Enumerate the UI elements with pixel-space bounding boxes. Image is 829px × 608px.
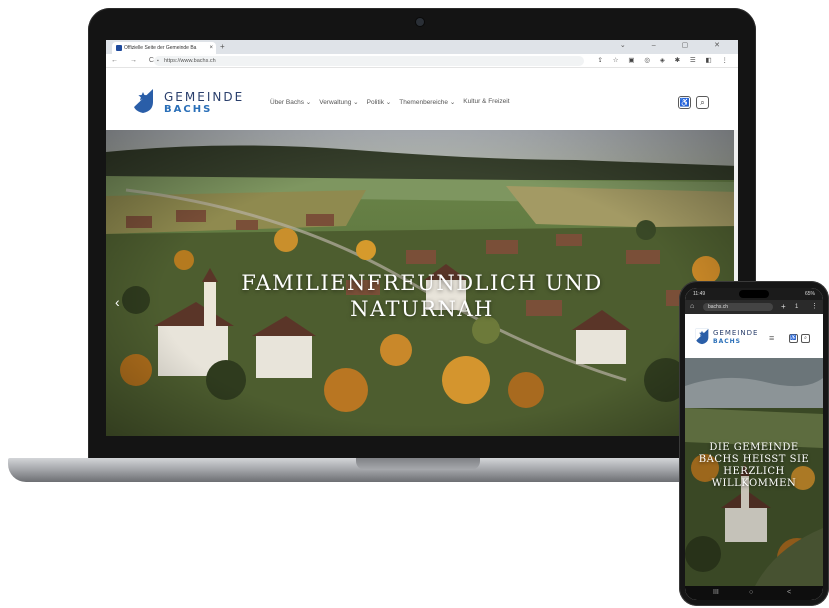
hero-banner: FAMILIENFREUNDLICH UND NATURNAH ‹ [106, 130, 738, 436]
browser-nav-buttons[interactable]: ← → C [111, 56, 159, 66]
accessibility-button[interactable]: ♿ [678, 96, 691, 109]
phone-hero-line-4: WILLKOMMEN [711, 478, 797, 489]
home-button[interactable]: ○ [749, 586, 753, 600]
nav-item-politik[interactable]: Politik ⌄ [367, 98, 392, 106]
address-bar[interactable]: ▪ https://www.bachs.ch [154, 56, 584, 66]
phone-menu-icon[interactable]: ⋮ [811, 300, 818, 314]
phone-browser-toolbar: ⌂ bachs.ch + 1 ⋮ [685, 300, 823, 314]
phone-address-bar[interactable]: bachs.ch [703, 303, 773, 311]
lock-icon: ▪ [157, 58, 159, 64]
browser-tab[interactable]: Offizielle Seite der Gemeinde Ba × [112, 42, 216, 54]
hamburger-menu-icon[interactable]: ≡ [769, 333, 774, 343]
phone-time: 11:49 [693, 291, 706, 297]
browser-tab-bar: Offizielle Seite der Gemeinde Ba × + ⌄ –… [106, 40, 738, 54]
back-button[interactable]: < [787, 586, 791, 600]
favicon-icon [116, 45, 122, 51]
hero-title: FAMILIENFREUNDLICH UND NATURNAH [106, 270, 738, 322]
phone-navigation-bar: III ○ < [685, 586, 823, 600]
search-button[interactable]: ⌕ [696, 96, 709, 109]
laptop-notch [356, 458, 480, 470]
phone-screen: 11:49 65% ⌂ bachs.ch + 1 ⋮ GEMEINDE BACH… [685, 288, 823, 600]
tab-close-button[interactable]: × [209, 42, 213, 54]
phone-hero-line-3: HERZLICH [723, 466, 785, 477]
recent-apps-button[interactable]: III [713, 586, 719, 600]
phone-hero-line-2: BACHS HEISST SIE [698, 454, 810, 465]
search-icon: ⌕ [700, 98, 705, 107]
laptop-screen: Offizielle Seite der Gemeinde Ba × + ⌄ –… [106, 40, 738, 436]
window-controls[interactable]: ⌄ – ▢ ✕ [620, 41, 732, 49]
phone-status-bar: 11:49 65% [685, 288, 823, 300]
nav-item-themenbereiche[interactable]: Themenbereiche ⌄ [399, 98, 455, 106]
new-tab-button[interactable]: + [220, 42, 225, 52]
browser-toolbar: ← → C ▪ https://www.bachs.ch ⇪ ☆ ▣ ◎ ◈ ✱… [106, 54, 738, 68]
phone-accessibility-button[interactable]: ♿ [789, 334, 798, 343]
phone-frame: 11:49 65% ⌂ bachs.ch + 1 ⋮ GEMEINDE BACH… [679, 281, 829, 606]
phone-hero-title: DIE GEMEINDE BACHS HEISST SIE HERZLICH W… [685, 442, 823, 490]
phone-hero-line-1: DIE GEMEINDE [709, 442, 799, 453]
coat-of-arms-icon[interactable] [132, 88, 154, 114]
phone-search-button[interactable]: ⌕ [801, 334, 810, 343]
home-icon[interactable]: ⌂ [690, 300, 694, 314]
url-text: https://www.bachs.ch [164, 58, 216, 64]
phone-coat-of-arms-icon[interactable] [695, 328, 709, 345]
extension-icons[interactable]: ⇪ ☆ ▣ ◎ ◈ ✱ ☰ ◧ ⋮ [598, 56, 732, 66]
phone-camera-notch [739, 290, 769, 298]
hero-title-line-1: FAMILIENFREUNDLICH UND [241, 271, 603, 295]
webcam [416, 18, 424, 26]
brand-name-top[interactable]: GEMEINDE [164, 90, 244, 104]
main-navigation: Über Bachs ⌄ Verwaltung ⌄ Politik ⌄ Them… [270, 98, 510, 106]
phone-hero-banner: DIE GEMEINDE BACHS HEISST SIE HERZLICH W… [685, 358, 823, 586]
phone-tab-count[interactable]: 1 [795, 300, 798, 314]
phone-brand-top[interactable]: GEMEINDE [713, 329, 758, 337]
tab-title: Offizielle Seite der Gemeinde Ba [124, 45, 197, 51]
nav-item-ueber-bachs[interactable]: Über Bachs ⌄ [270, 98, 311, 106]
hero-title-line-2: NATURNAH [350, 297, 494, 321]
phone-battery: 65% [804, 291, 815, 297]
brand-name-bottom[interactable]: BACHS [164, 104, 212, 115]
nav-item-kultur-freizeit[interactable]: Kultur & Freizeit [463, 98, 509, 106]
accessibility-icon: ♿ [679, 98, 690, 107]
phone-search-icon: ⌕ [804, 335, 807, 341]
phone-accessibility-icon: ♿ [790, 335, 797, 341]
carousel-prev-arrow-icon[interactable]: ‹ [115, 294, 120, 310]
nav-item-verwaltung[interactable]: Verwaltung ⌄ [319, 98, 358, 106]
phone-brand-bottom[interactable]: BACHS [713, 338, 741, 345]
phone-new-tab-button[interactable]: + [781, 300, 786, 314]
